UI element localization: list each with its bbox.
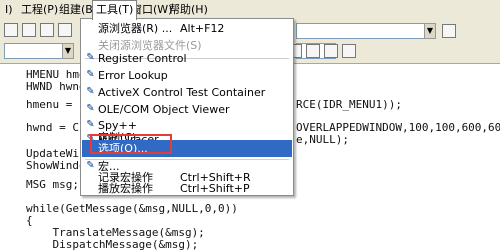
menu-item-label: 播放宏操作 bbox=[98, 182, 153, 195]
menu-item-play-macro[interactable]: 播放宏操作 Ctrl+Shift+P bbox=[82, 180, 292, 197]
register-control-icon: ✎ bbox=[86, 52, 95, 63]
menu-bar: I) 工程(P) 组建(B) 工具(T) 窗口(W) 帮助(H) bbox=[0, 0, 500, 20]
save-all-icon[interactable] bbox=[58, 23, 72, 37]
breakpoint-icon[interactable] bbox=[342, 44, 356, 58]
code-line: DispatchMessage(&msg); bbox=[26, 238, 199, 251]
menu-item-activex-test[interactable]: ✎ ActiveX Control Test Container bbox=[82, 84, 292, 101]
save-icon[interactable] bbox=[40, 23, 54, 37]
menu-help[interactable]: 帮助(H) bbox=[166, 0, 211, 19]
menu-file-partial[interactable]: I) bbox=[2, 0, 16, 19]
activex-icon: ✎ bbox=[86, 86, 95, 97]
menu-item-label: 源浏览器(R) ... bbox=[98, 22, 173, 35]
ole-viewer-icon: ✎ bbox=[86, 103, 95, 114]
chevron-down-icon[interactable]: ▼ bbox=[62, 43, 74, 59]
menu-item-error-lookup[interactable]: ✎ Error Lookup bbox=[82, 67, 292, 84]
code-line: while(GetMessage(&msg,NULL,0,0)) bbox=[26, 202, 238, 215]
menu-item-label: Error Lookup bbox=[98, 69, 168, 82]
menu-item-ole-viewer[interactable]: ✎ OLE/COM Object Viewer bbox=[82, 101, 292, 118]
execute-icon[interactable] bbox=[306, 44, 320, 58]
menu-item-shortcut: Ctrl+Shift+P bbox=[180, 182, 250, 195]
code-line-fragment: e,NULL); bbox=[296, 133, 349, 146]
menu-project[interactable]: 工程(P) bbox=[18, 0, 61, 19]
open-file-icon[interactable] bbox=[22, 23, 36, 37]
menu-tools[interactable]: 工具(T) bbox=[92, 0, 138, 20]
menu-item-label: OLE/COM Object Viewer bbox=[98, 103, 230, 116]
options-highlight-box bbox=[90, 134, 172, 154]
new-file-icon[interactable] bbox=[4, 23, 18, 37]
menu-item-label: Register Control bbox=[98, 52, 187, 65]
find-combo[interactable] bbox=[296, 23, 436, 39]
find-icon[interactable] bbox=[442, 24, 456, 38]
go-icon[interactable] bbox=[324, 44, 338, 58]
menu-item-source-browser[interactable]: 源浏览器(R) ... Alt+F12 bbox=[82, 20, 292, 37]
chevron-down-icon[interactable]: ▼ bbox=[424, 23, 436, 39]
menu-item-label: ActiveX Control Test Container bbox=[98, 86, 266, 99]
error-lookup-icon: ✎ bbox=[86, 69, 95, 80]
code-line-fragment: RCE(IDR_MENU1)); bbox=[296, 98, 402, 111]
code-line: MSG msg; bbox=[26, 178, 79, 191]
menu-item-shortcut: Alt+F12 bbox=[180, 22, 225, 35]
menu-item-register-control[interactable]: ✎ Register Control bbox=[82, 50, 292, 67]
